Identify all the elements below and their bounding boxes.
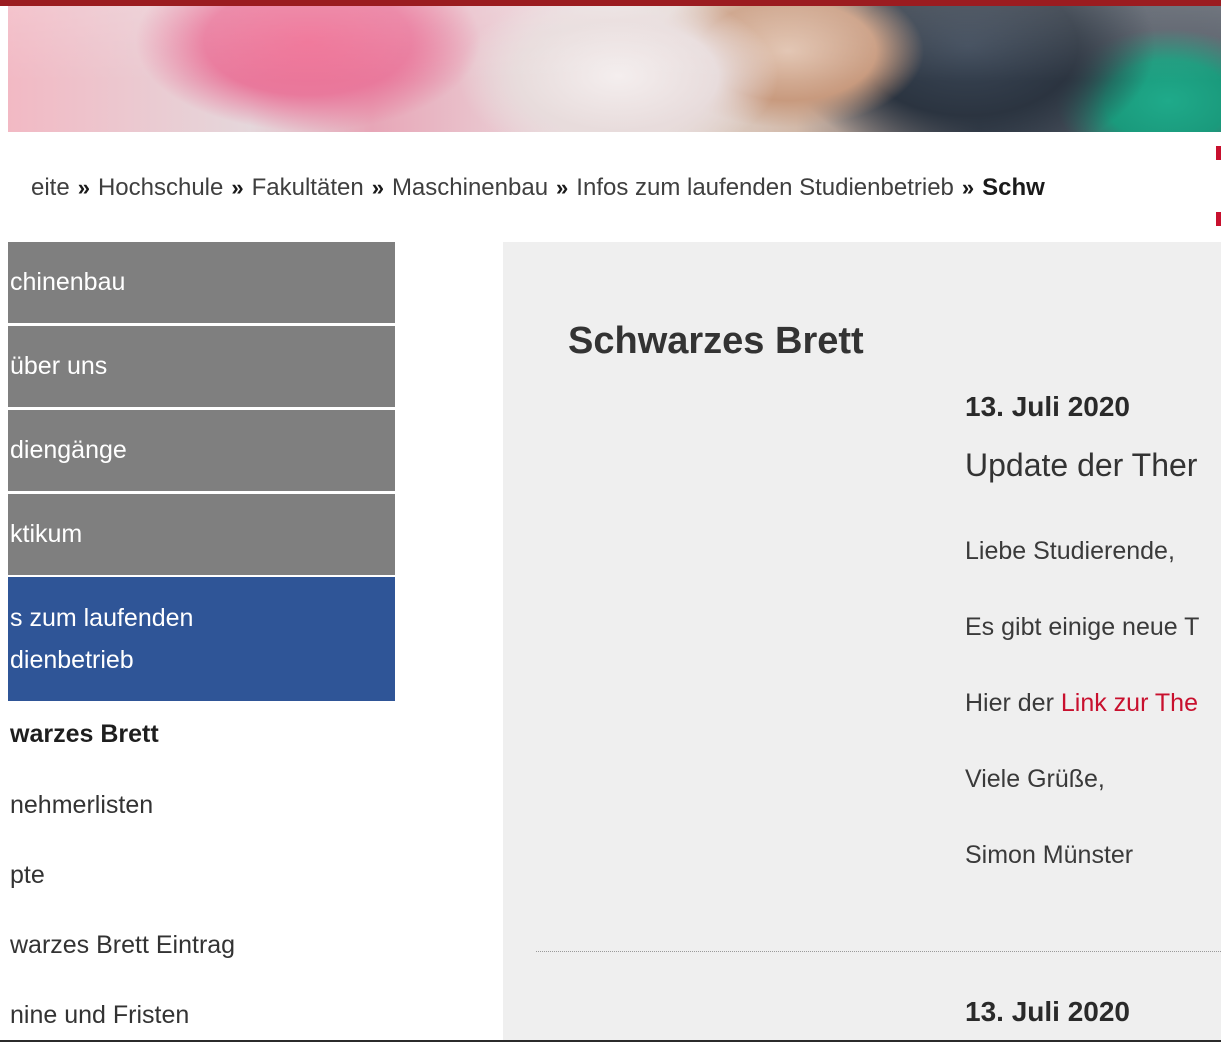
banner-overlay — [8, 6, 1221, 132]
main-content: Schwarzes Brett 13. Juli 2020 Update der… — [503, 242, 1221, 1042]
post-divider — [536, 951, 1221, 952]
breadcrumb: eite » Hochschule » Fakultäten » Maschinenbau »… — [31, 174, 1045, 202]
subnav-item-schwarzes-brett-eintrag[interactable]: warzes Brett Eintrag — [10, 931, 235, 960]
breadcrumb-item-infos[interactable]: Infos zum laufenden Studienbetrieb — [576, 174, 954, 201]
post-link-line: Hier der Link zur The — [965, 689, 1198, 718]
sidebar-item-label: chinenbau — [10, 268, 126, 296]
page-title: Schwarzes Brett — [568, 320, 864, 362]
sidebar-item-studiengaenge[interactable]: diengänge — [0, 410, 395, 491]
subnav-item-termine-und-fristen[interactable]: nine und Fristen — [10, 1001, 189, 1030]
red-bullet-marker — [1216, 212, 1221, 226]
post-link-prefix: Hier der — [965, 689, 1061, 717]
sidebar-item-ueber-uns[interactable]: über uns — [0, 326, 395, 407]
breadcrumb-separator: » — [961, 175, 975, 200]
breadcrumb-separator: » — [231, 175, 244, 200]
post-theme-link[interactable]: Link zur The — [1061, 689, 1198, 717]
sidebar-item-infos-active[interactable]: s zum laufenden dienbetrieb — [0, 577, 395, 701]
breadcrumb-item-startseite[interactable]: eite — [31, 174, 70, 201]
sidebar-item-label: ktikum — [10, 520, 83, 548]
left-edge — [0, 6, 8, 1042]
subnav-item-teilnehmerlisten[interactable]: nehmerlisten — [10, 791, 153, 820]
post-closing: Viele Grüße, — [965, 765, 1105, 793]
post-date: 13. Juli 2020 — [965, 391, 1131, 422]
post-title-link[interactable]: Update der Ther — [965, 447, 1197, 484]
red-bullet-marker — [1216, 146, 1221, 160]
header-banner-image — [8, 6, 1221, 132]
sidebar-item-maschinenbau[interactable]: chinenbau — [0, 242, 395, 323]
subnav-item-skripte[interactable]: pte — [10, 861, 45, 890]
sidebar-item-label: diengänge — [10, 436, 127, 464]
sidebar-item-label-line2: dienbetrieb — [10, 646, 134, 674]
breadcrumb-item-hochschule[interactable]: Hochschule — [98, 174, 223, 201]
breadcrumb-current: Schw — [982, 174, 1045, 201]
breadcrumb-item-fakultaeten[interactable]: Fakultäten — [252, 174, 364, 201]
subnav-item-schwarzes-brett[interactable]: warzes Brett — [10, 720, 159, 749]
breadcrumb-separator: » — [77, 175, 90, 200]
breadcrumb-separator: » — [371, 175, 384, 200]
next-post-date: 13. Juli 2020 — [965, 996, 1131, 1027]
post-body: Es gibt einige neue T — [965, 613, 1200, 641]
sidebar-item-praktikum[interactable]: ktikum — [0, 494, 395, 575]
sidebar-item-label: über uns — [10, 352, 108, 380]
breadcrumb-separator: » — [556, 175, 569, 200]
breadcrumb-item-maschinenbau[interactable]: Maschinenbau — [392, 174, 548, 201]
post-greeting: Liebe Studierende, — [965, 537, 1175, 565]
post-author: Simon Münster — [965, 841, 1134, 869]
sidebar-item-label-line1: s zum laufenden — [10, 604, 194, 632]
